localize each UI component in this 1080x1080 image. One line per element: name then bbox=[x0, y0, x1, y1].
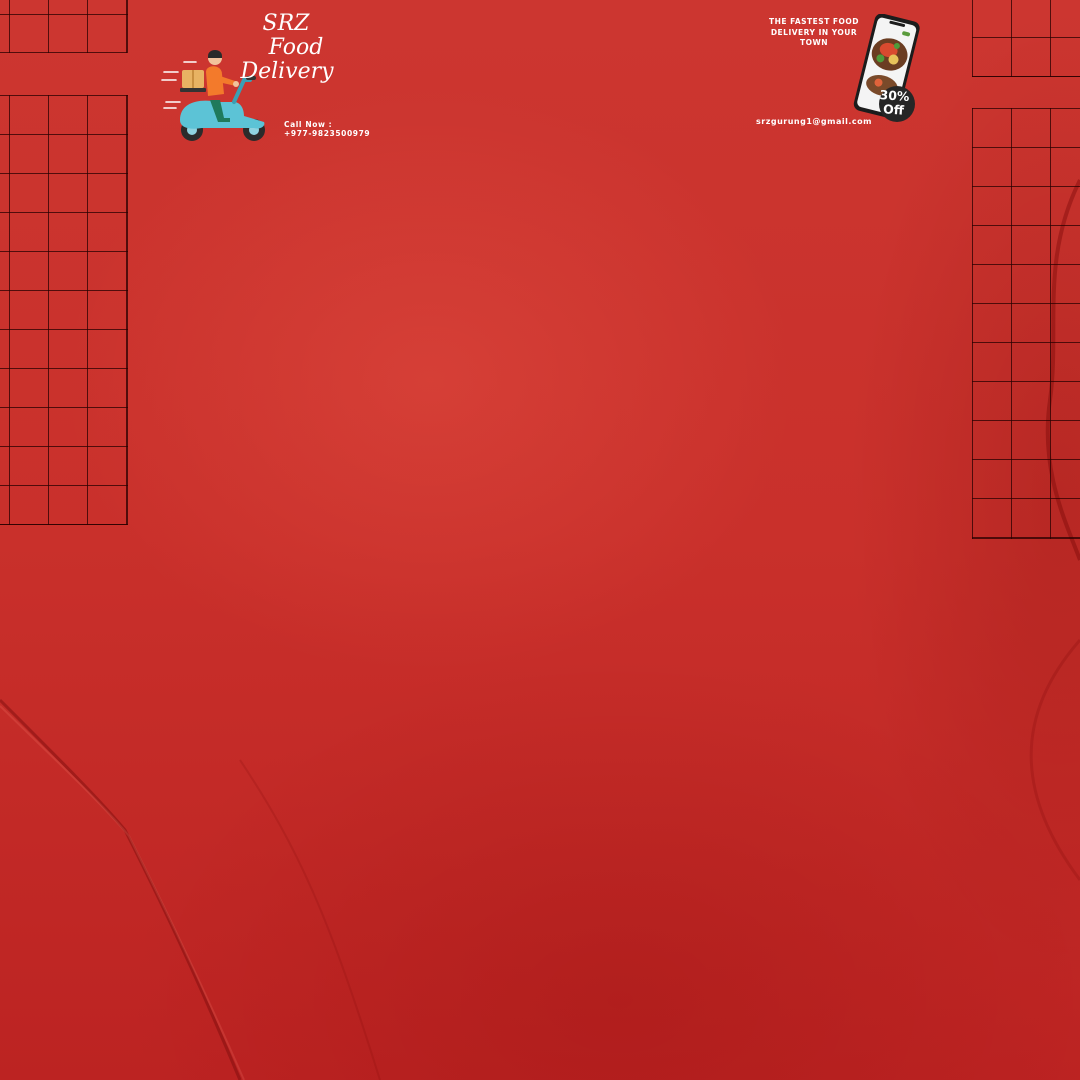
paper-crease-texture bbox=[0, 179, 1080, 1080]
discount-off-label: Off bbox=[882, 101, 905, 118]
phone-number[interactable]: +977-9823500979 bbox=[284, 129, 370, 138]
brand-name-delivery: Delivery bbox=[240, 59, 334, 84]
call-now-block: Call Now : +977-9823500979 bbox=[284, 120, 370, 138]
grid-pattern-left bbox=[0, 95, 128, 525]
call-now-label: Call Now : bbox=[284, 120, 333, 129]
grid-pattern-left-top bbox=[0, 0, 128, 53]
brand-title: SRZ Food Delivery bbox=[240, 12, 346, 84]
grid-pattern-right bbox=[972, 108, 1080, 539]
brand-name-food: Food bbox=[268, 35, 324, 60]
brand-name-srz: SRZ bbox=[262, 11, 310, 36]
email-address[interactable]: srzgurung1@gmail.com bbox=[756, 117, 872, 126]
grid-pattern-right-top bbox=[972, 0, 1080, 77]
discount-badge: 30% Off bbox=[873, 87, 915, 119]
